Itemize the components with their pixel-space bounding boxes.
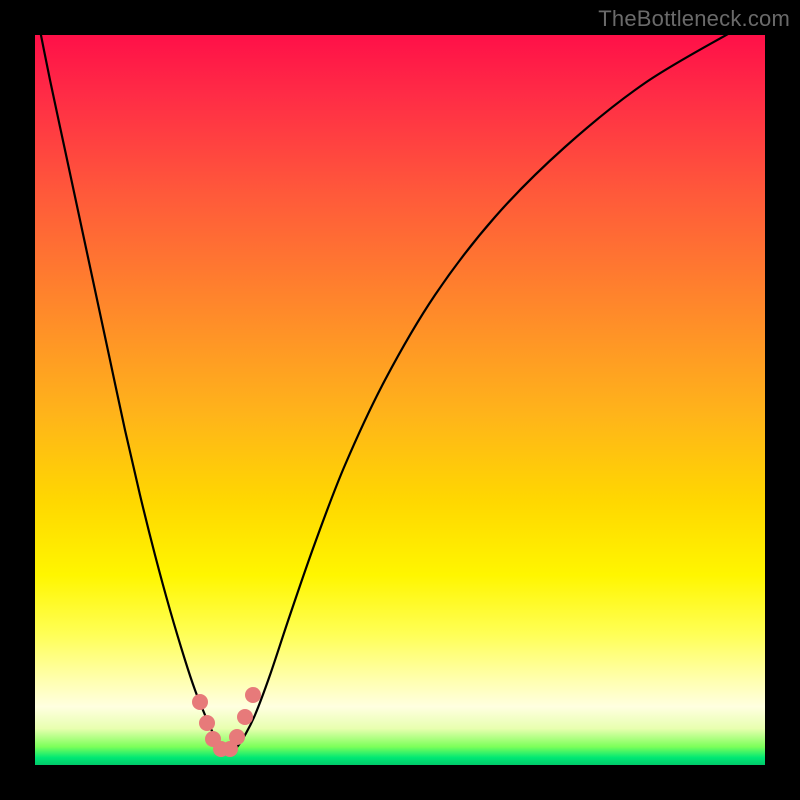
chart-frame: TheBottleneck.com: [0, 0, 800, 800]
trough-marker: [192, 694, 208, 710]
plot-area: [35, 35, 765, 765]
watermark-text: TheBottleneck.com: [598, 6, 790, 32]
bottleneck-curve: [35, 35, 765, 751]
trough-marker: [199, 715, 215, 731]
trough-markers: [192, 687, 261, 757]
trough-marker: [237, 709, 253, 725]
trough-marker: [229, 729, 245, 745]
chart-svg: [35, 35, 765, 765]
trough-marker: [245, 687, 261, 703]
